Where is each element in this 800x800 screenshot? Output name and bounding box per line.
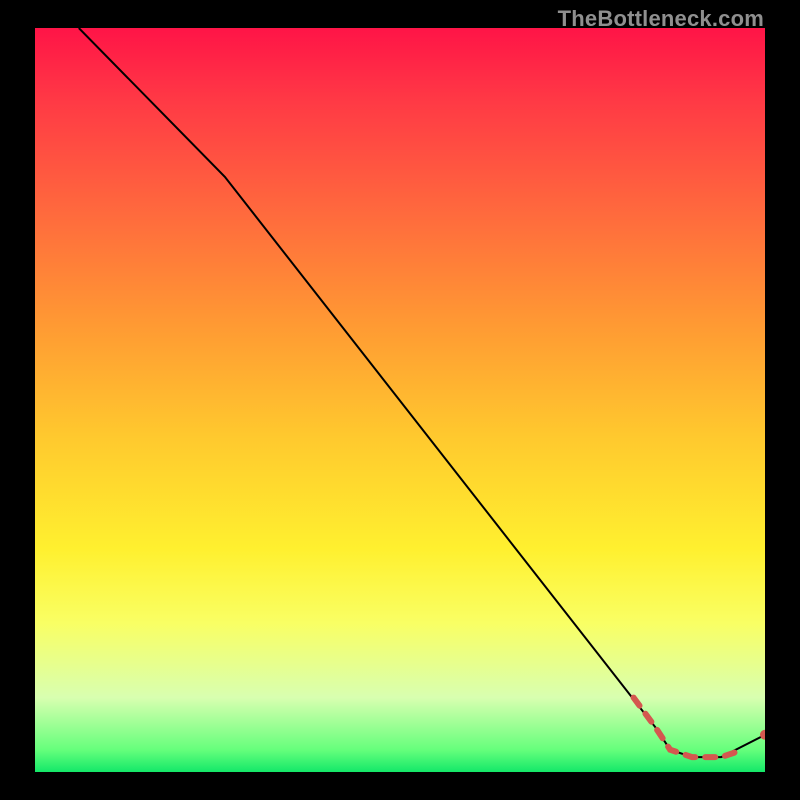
- end-marker: [760, 730, 765, 740]
- chart-svg: [35, 28, 765, 772]
- main-line: [79, 28, 765, 757]
- chart-frame: TheBottleneck.com: [0, 0, 800, 800]
- plot-area: [35, 28, 765, 772]
- dashed-highlight: [634, 698, 744, 758]
